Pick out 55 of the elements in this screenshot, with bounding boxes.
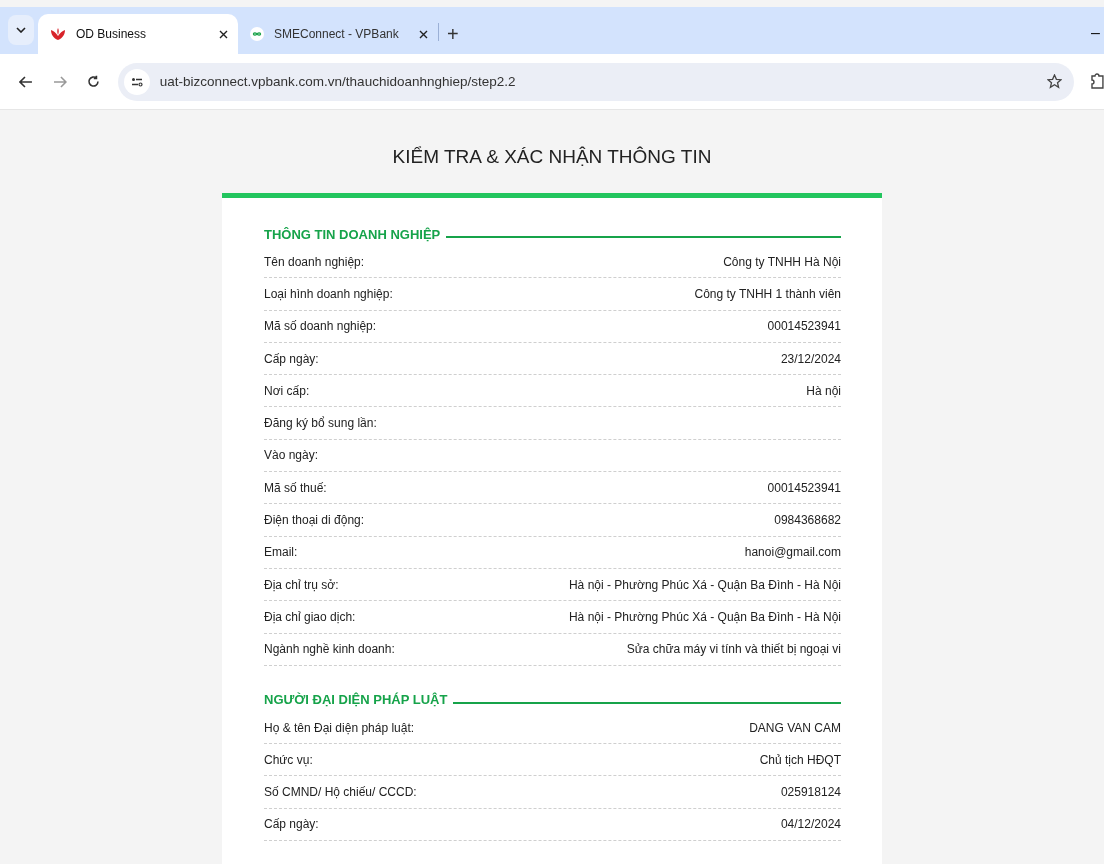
- reload-icon[interactable]: [86, 75, 100, 88]
- field-label: Loại hình doanh nghiệp:: [264, 286, 393, 301]
- infinity-icon: [250, 27, 264, 41]
- tab-title: OD Business: [76, 27, 148, 41]
- field-value: Công ty TNHH 1 thành viên: [694, 286, 841, 301]
- url-text: uat-bizconnect.vpbank.com.vn/thauchidoanhnghiep/step2.2: [159, 74, 517, 89]
- address-bar[interactable]: uat-bizconnect.vpbank.com.vn/thauchidoanhnghiep/step2.2: [117, 62, 1075, 101]
- field-value: 23/12/2024: [780, 351, 841, 366]
- field-label: Đăng ký bổ sung lần:: [264, 416, 377, 431]
- field-label: Chức vụ:: [264, 752, 313, 767]
- browser-tab[interactable]: SMEConnect - VPBank: [238, 14, 438, 54]
- field-label: Ngành nghề kinh doanh:: [264, 642, 395, 657]
- field-label: Họ & tên Đại diện pháp luật:: [264, 720, 415, 735]
- site-settings-icon[interactable]: [123, 68, 150, 95]
- field-value: 00014523941: [767, 480, 841, 495]
- field-value: Sửa chữa máy vi tính và thiết bị ngoại vi: [626, 642, 841, 657]
- field-label: Mã số thuế:: [264, 480, 327, 495]
- puzzle-icon[interactable]: [1090, 73, 1104, 90]
- field-value: hanoi@gmail.com: [744, 545, 841, 560]
- new-tab-button[interactable]: +: [447, 24, 459, 44]
- chevron-down-icon: [16, 27, 26, 33]
- section-heading: THÔNG TIN DOANH NGHIỆP: [264, 226, 441, 242]
- field-label: Vào ngày:: [264, 448, 319, 463]
- field-value: 0984368682: [774, 513, 841, 527]
- field-label: Cấp ngày:: [264, 817, 319, 832]
- field-label: Cấp ngày:: [264, 351, 319, 366]
- browser-tab[interactable]: OD Business: [38, 14, 238, 54]
- star-icon[interactable]: [1047, 74, 1063, 89]
- field-label: Địa chỉ giao dịch:: [264, 609, 356, 624]
- field-label: Địa chỉ trụ sở:: [264, 577, 339, 592]
- tab-title: SMEConnect - VPBank: [274, 27, 400, 41]
- close-icon[interactable]: [419, 29, 428, 39]
- field-value: 04/12/2024: [780, 817, 841, 832]
- field-value: Hà nội: [806, 383, 841, 398]
- flower-icon: [50, 27, 66, 41]
- forward-arrow-icon[interactable]: [52, 75, 67, 88]
- field-value: Chủ tịch HĐQT: [759, 752, 841, 767]
- field-value: Công ty TNHH Hà Nội: [723, 254, 841, 269]
- field-label: Email:: [264, 545, 298, 560]
- field-label: Mã số doanh nghiệp:: [264, 319, 377, 334]
- field-label: Tên doanh nghiệp:: [264, 254, 365, 269]
- page-title: KIỂM TRA & XÁC NHẬN THÔNG TIN: [392, 146, 712, 168]
- field-value: DANG VAN CAM: [749, 720, 841, 735]
- field-value: 025918124: [780, 785, 841, 800]
- back-arrow-icon[interactable]: [19, 75, 33, 88]
- field-value: 00014523941: [767, 319, 841, 334]
- field-label: Nơi cấp:: [264, 383, 310, 398]
- field-value: Hà nội - Phường Phúc Xá - Quận Ba Đình - Hà Nội: [568, 577, 841, 592]
- field-label: Số CMND/ Hộ chiếu/ CCCD:: [264, 785, 417, 800]
- field-label: Điện thoại di động:: [264, 513, 365, 527]
- tab-search-button[interactable]: [8, 15, 34, 45]
- field-value: Hà nội - Phường Phúc Xá - Quận Ba Đình - Hà Nội: [568, 609, 841, 624]
- minimize-button[interactable]: –: [1091, 24, 1104, 42]
- close-icon[interactable]: [219, 29, 228, 39]
- section-heading: NGƯỜI ĐẠI DIỆN PHÁP LUẬT: [264, 692, 448, 708]
